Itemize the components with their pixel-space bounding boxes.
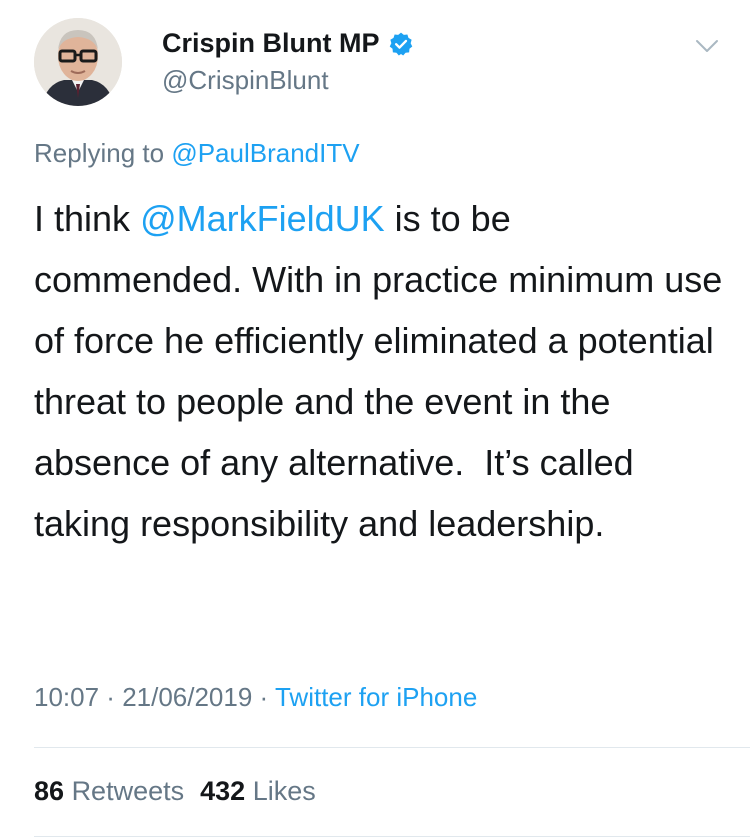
avatar[interactable]: [34, 18, 122, 106]
tweet-text-start: I think: [34, 198, 141, 239]
chevron-down-icon[interactable]: [694, 36, 720, 56]
tweet-text: I think @MarkFieldUK is to be commended.…: [34, 188, 724, 554]
author-name-row[interactable]: Crispin Blunt MP: [162, 28, 414, 59]
replying-to-label: Replying to: [34, 138, 172, 168]
tweet-meta: 10:07 · 21/06/2019 · Twitter for iPhone: [34, 682, 477, 713]
tweet-date: 21/06/2019: [122, 682, 253, 712]
verified-badge-icon: [388, 31, 414, 57]
meta-separator: ·: [99, 682, 123, 712]
replying-to-line: Replying to @PaulBrandITV: [34, 138, 360, 169]
divider: [34, 747, 750, 748]
tweet-time: 10:07: [34, 682, 100, 712]
likes-count[interactable]: 432: [200, 776, 245, 806]
author-handle[interactable]: @CrispinBlunt: [162, 65, 329, 96]
meta-separator-2: ·: [252, 682, 275, 712]
tweet-text-rest: is to be commended. With in practice min…: [34, 198, 733, 544]
tweet-mention-link[interactable]: @MarkFieldUK: [140, 198, 385, 239]
divider-bottom: [34, 836, 750, 837]
tweet-source-link[interactable]: Twitter for iPhone: [275, 682, 477, 712]
reply-mention-link[interactable]: @PaulBrandITV: [171, 138, 359, 168]
retweets-count[interactable]: 86: [34, 776, 64, 806]
author-display-name[interactable]: Crispin Blunt MP: [162, 28, 380, 59]
likes-label[interactable]: Likes: [253, 776, 316, 806]
retweets-label[interactable]: Retweets: [72, 776, 185, 806]
tweet-stats: 86 Retweets 432 Likes: [34, 776, 316, 807]
profile-photo-icon: [34, 18, 122, 106]
